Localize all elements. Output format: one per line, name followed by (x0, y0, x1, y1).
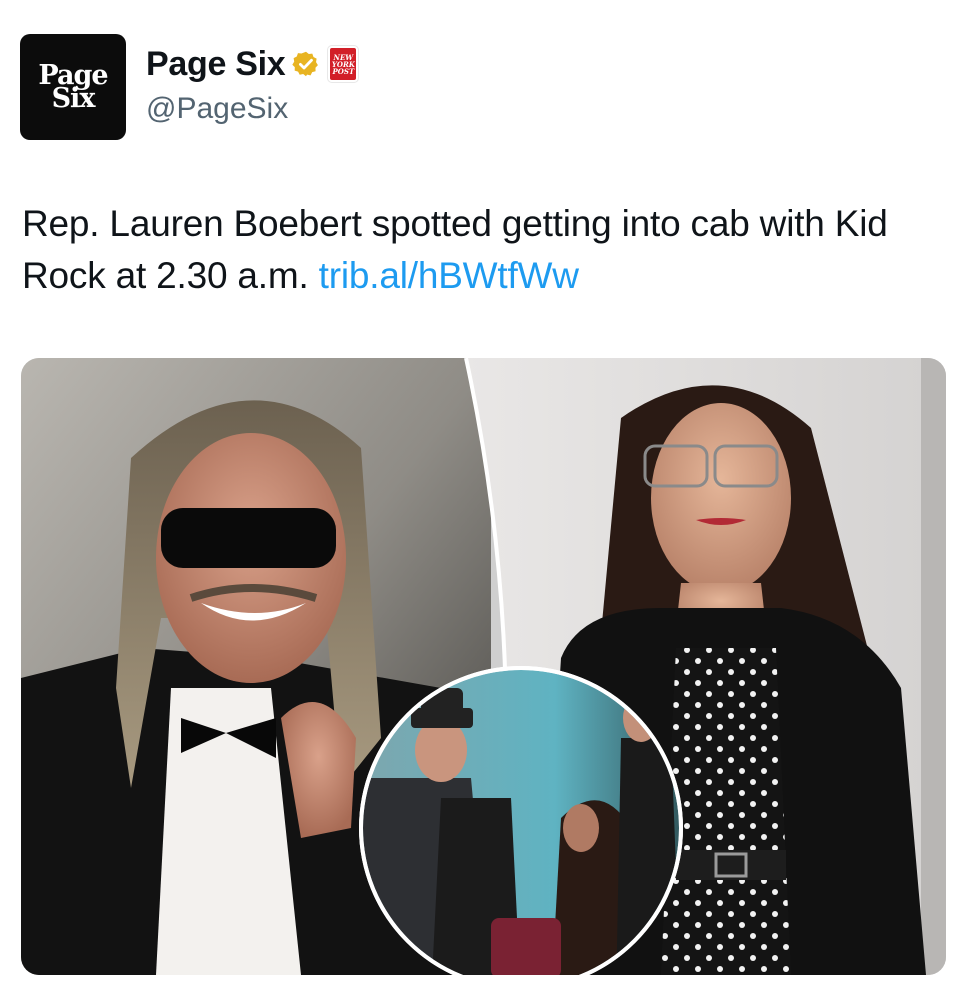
page-six-avatar[interactable]: Page Six (20, 34, 126, 140)
user-handle[interactable]: @PageSix (146, 92, 288, 126)
photo-collage (21, 358, 946, 975)
verified-badge-icon (292, 51, 319, 77)
affiliate-line-3: POST (332, 66, 355, 76)
new-york-post-affiliate-icon[interactable]: NEW YORK POST (327, 45, 360, 83)
display-name[interactable]: Page Six (146, 45, 286, 84)
tweet-media-image[interactable] (21, 358, 946, 975)
tweet-link[interactable]: trib.al/hBWtfWw (319, 255, 579, 296)
avatar-text-line2: Six (51, 83, 96, 114)
name-row: Page Six NEW YORK POST (146, 42, 360, 86)
tweet-text: Rep. Lauren Boebert spotted getting into… (22, 198, 952, 302)
